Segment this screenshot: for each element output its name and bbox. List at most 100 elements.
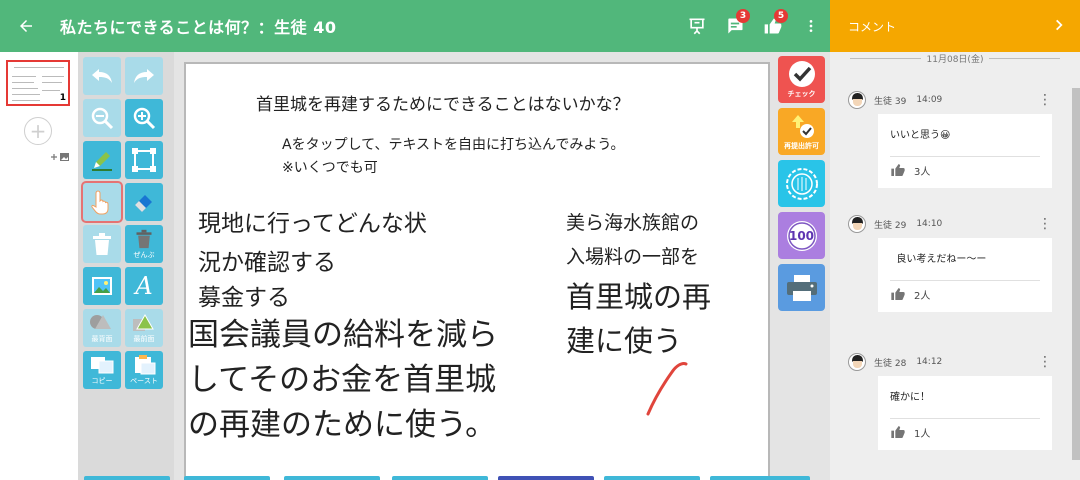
select-tool-button[interactable] — [125, 141, 163, 179]
comments-button[interactable]: 3 — [716, 0, 754, 52]
comment-menu-button[interactable]: ⋮ — [1038, 355, 1052, 369]
comment-like-button[interactable]: 3人 — [890, 162, 930, 178]
copy-button[interactable]: コピー — [83, 351, 121, 389]
bottom-button[interactable] — [604, 476, 700, 480]
check-label: チェック — [787, 90, 816, 98]
page-list: 1 + — [0, 52, 78, 480]
redo-button[interactable] — [125, 57, 163, 95]
text-box-a-line-2[interactable]: 況か確認する — [198, 243, 336, 277]
resubmit-arrow-icon — [791, 115, 814, 138]
add-image-icon — [51, 153, 69, 161]
shapes-back-icon — [90, 314, 111, 329]
image-insert-button[interactable] — [83, 267, 121, 305]
send-to-back-label: 最背面 — [91, 334, 113, 343]
print-button[interactable] — [778, 264, 825, 311]
text-box-c-line-3[interactable]: の再建のために使う。 — [188, 399, 496, 444]
comment-like-button[interactable]: 2人 — [890, 286, 930, 302]
send-to-back-button[interactable]: 最背面 — [83, 309, 121, 347]
comment-like-count: 1人 — [914, 428, 931, 440]
text-box-c-line-1[interactable]: 国会議員の給料を減ら — [188, 309, 498, 354]
text-box-c-line-2[interactable]: してそのお金を首里城 — [188, 354, 496, 399]
paste-label: ペースト — [130, 376, 158, 385]
bottom-button[interactable] — [392, 476, 488, 480]
page-number: 1 — [59, 93, 66, 103]
image-icon — [92, 277, 112, 295]
text-box-d-line-3[interactable]: 首里城の再 — [566, 274, 711, 316]
hand-pointer-icon — [91, 190, 109, 215]
comment-bubble: 良い考えだねー～ー 2人 — [878, 238, 1052, 312]
avatar — [848, 91, 866, 109]
trash-icon — [93, 233, 111, 255]
avatar — [848, 353, 866, 371]
text-tool-button[interactable]: A — [125, 267, 163, 305]
delete-button[interactable] — [83, 225, 121, 263]
prompt-title: 首里城を再建するためにできることはないかな？ — [256, 95, 630, 115]
hand-tool-button[interactable] — [81, 181, 123, 223]
comment-menu-button[interactable]: ⋮ — [1038, 217, 1052, 231]
comment-date-divider: 11月08日(金) — [850, 52, 1060, 65]
paste-icon — [135, 354, 156, 374]
text-box-d-line-1[interactable]: 美ら海水族館の — [566, 208, 699, 235]
zoom-in-icon — [133, 107, 156, 130]
bottom-button[interactable] — [710, 476, 810, 480]
page-title: 私たちにできることは何？：生徒 40 — [60, 18, 337, 37]
comment-item: 生徒 39 14:09 ⋮ いいと思う😀 3人 — [848, 90, 1052, 188]
comment-like-button[interactable]: 1人 — [890, 424, 930, 440]
shapes-front-icon — [133, 313, 154, 331]
add-image-page-button[interactable] — [50, 152, 70, 165]
paste-button[interactable]: ペースト — [125, 351, 163, 389]
undo-button[interactable] — [83, 57, 121, 95]
plus-icon: + — [29, 119, 47, 143]
score-button[interactable]: 100 — [778, 212, 825, 259]
likes-button[interactable]: 5 — [754, 0, 792, 52]
comment-item: 生徒 29 14:10 ⋮ 良い考えだねー～ー 2人 — [848, 214, 1052, 312]
instruction-line-1: Aをタップして、テキストを自由に打ち込んでみよう。 — [282, 137, 625, 153]
comment-scrollbar[interactable] — [1072, 88, 1080, 460]
delete-all-button[interactable]: ぜんぶ — [125, 225, 163, 263]
comment-menu-button[interactable]: ⋮ — [1038, 93, 1052, 107]
comment-text: 良い考えだねー～ー — [890, 254, 987, 265]
pen-icon — [92, 152, 112, 171]
thumbs-up-icon — [891, 288, 905, 300]
comment-author: 生徒 29 — [874, 220, 907, 231]
bring-to-front-label: 最前面 — [133, 334, 155, 343]
thumbs-up-icon — [891, 426, 905, 438]
presentation-button[interactable] — [678, 0, 716, 52]
redo-icon — [134, 69, 154, 83]
page-thumbnail[interactable]: 1 — [6, 60, 70, 106]
whiteboard-canvas[interactable]: 首里城を再建するためにできることはないかな？ Aをタップして、テキストを自由に打… — [184, 62, 770, 480]
close-panel-button[interactable] — [1052, 18, 1066, 35]
text-box-d-line-2[interactable]: 入場料の一部を — [566, 242, 699, 269]
bottom-button[interactable] — [284, 476, 380, 480]
resubmit-label: 再提出許可 — [784, 142, 819, 150]
comment-bubble: いいと思う😀 3人 — [878, 114, 1052, 188]
resubmit-allow-button[interactable]: 再提出許可 — [778, 108, 825, 155]
bottom-button[interactable] — [84, 476, 170, 480]
bring-to-front-button[interactable]: 最前面 — [125, 309, 163, 347]
add-page-button[interactable]: + — [24, 117, 52, 145]
tool-panel: ぜんぶ A 最背面 最前面 コピー ペースト — [78, 52, 174, 480]
comment-time: 14:12 — [916, 357, 943, 367]
chevron-right-icon — [1056, 19, 1063, 30]
bottom-button[interactable] — [498, 476, 594, 480]
red-ink-stroke — [646, 362, 688, 416]
avatar — [848, 215, 866, 233]
pen-tool-button[interactable] — [83, 141, 121, 179]
text-box-a-line-1[interactable]: 現地に行ってどんな状 — [198, 204, 427, 238]
text-box-d-line-4[interactable]: 建に使う — [566, 318, 682, 360]
eraser-tool-button[interactable] — [125, 183, 163, 221]
arrow-left-icon — [20, 20, 32, 32]
check-button[interactable]: チェック — [778, 56, 825, 103]
text-a-icon: A — [135, 272, 153, 300]
bottom-button[interactable] — [184, 476, 270, 480]
more-menu-button[interactable] — [792, 0, 830, 52]
thumbs-up-icon — [891, 164, 905, 176]
zoom-out-button[interactable] — [83, 99, 121, 137]
back-button[interactable] — [0, 0, 52, 52]
stamp-button[interactable] — [778, 160, 825, 207]
zoom-out-icon — [91, 107, 114, 130]
undo-icon — [92, 69, 112, 83]
text-box-b[interactable]: 募金する — [198, 278, 290, 312]
zoom-in-button[interactable] — [125, 99, 163, 137]
trash-icon — [136, 229, 152, 248]
